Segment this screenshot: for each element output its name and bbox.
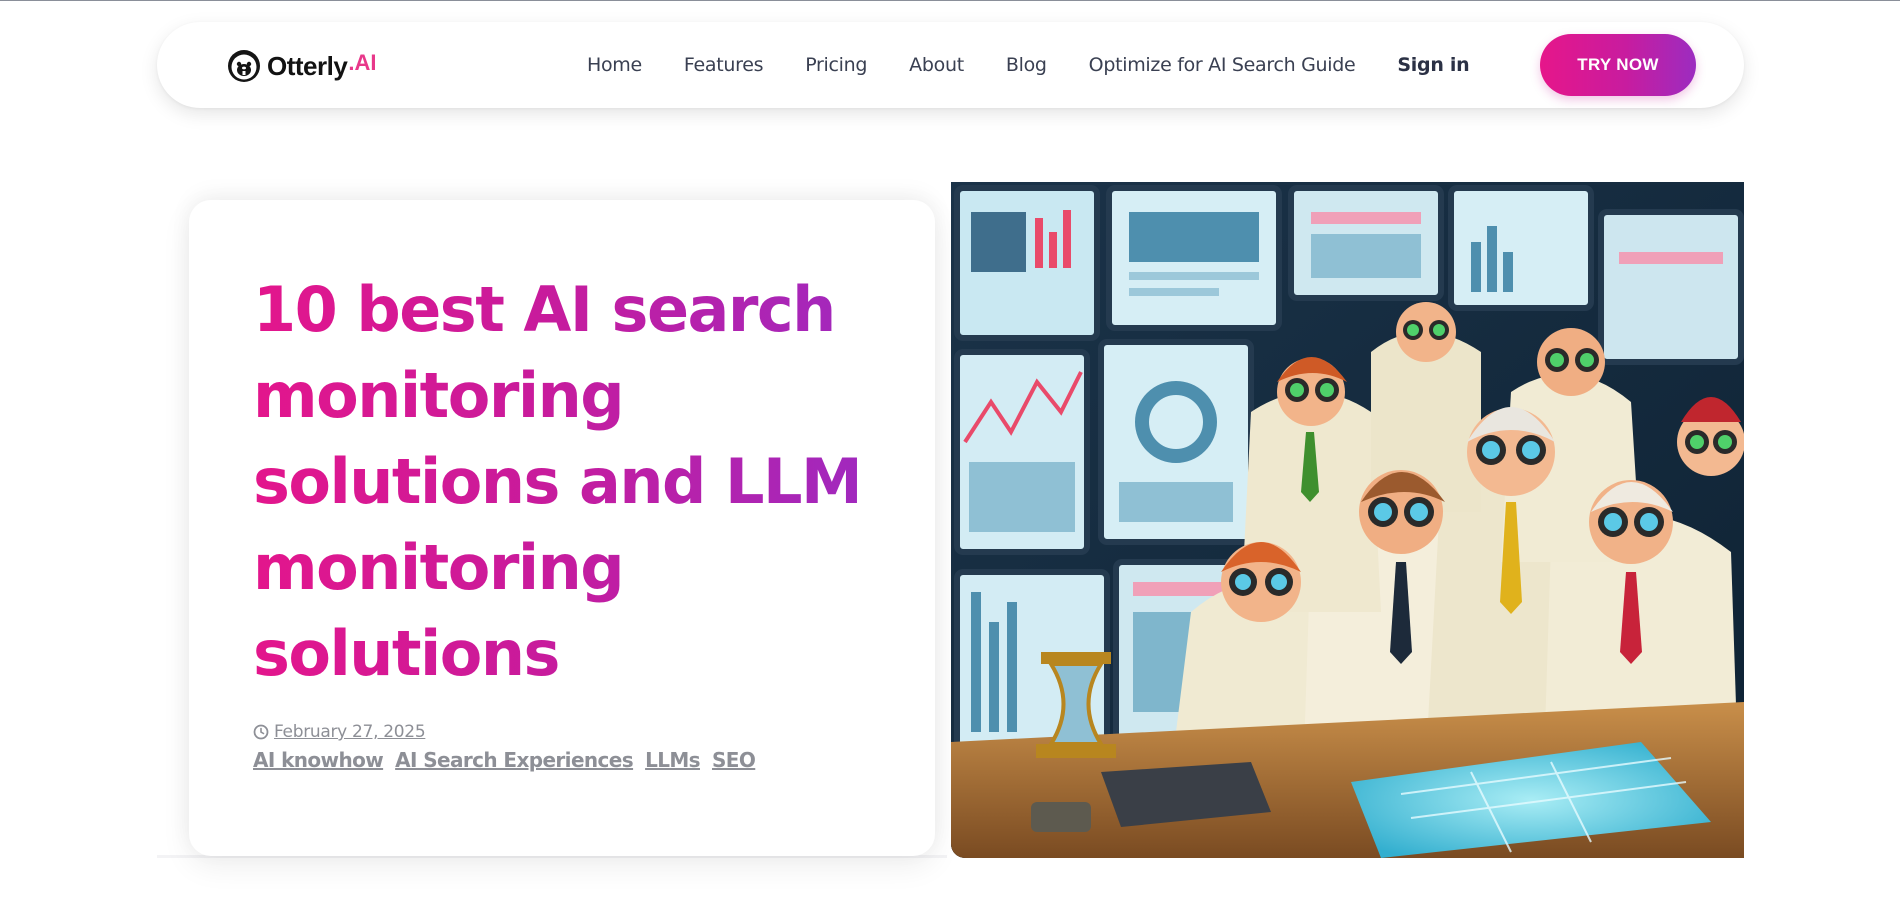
nav-ai-search-guide[interactable]: Optimize for AI Search Guide [1089,54,1356,76]
nav-blog[interactable]: Blog [1006,54,1047,76]
brand-ai: AI [354,50,377,75]
top-border [0,0,1900,1]
brand-logo[interactable]: Otterly .AI [227,49,376,83]
brand-suffix: .AI [348,50,376,76]
tag-llms[interactable]: LLMs [645,748,701,772]
nav-about[interactable]: About [909,54,964,76]
scientists-monitoring-illustration [951,182,1744,858]
tag-ai-knowhow[interactable]: AI knowhow [253,748,384,772]
tag-list: AI knowhow AI Search Experiences LLMs SE… [253,748,767,772]
sign-in-link[interactable]: Sign in [1397,54,1469,76]
site-header: Otterly .AI Home Features Pricing About … [157,22,1744,108]
date-link[interactable]: February 27, 2025 [274,722,426,742]
clock-icon [253,724,269,740]
hero-card: 10 best AI search monitoring solutions a… [189,200,935,856]
hero-illustration [951,182,1744,858]
tag-seo[interactable]: SEO [712,748,756,772]
nav-features[interactable]: Features [684,54,764,76]
tag-ai-search-experiences[interactable]: AI Search Experiences [395,748,634,772]
try-now-button[interactable]: TRY NOW [1540,34,1696,96]
brand-name: Otterly [267,50,348,81]
main-nav: Home Features Pricing About Blog Optimiz… [587,22,1511,108]
page-title: 10 best AI search monitoring solutions a… [253,267,893,697]
otter-logo-icon [228,50,260,82]
nav-pricing[interactable]: Pricing [805,54,867,76]
nav-home[interactable]: Home [587,54,642,76]
post-date: February 27, 2025 [253,722,426,742]
